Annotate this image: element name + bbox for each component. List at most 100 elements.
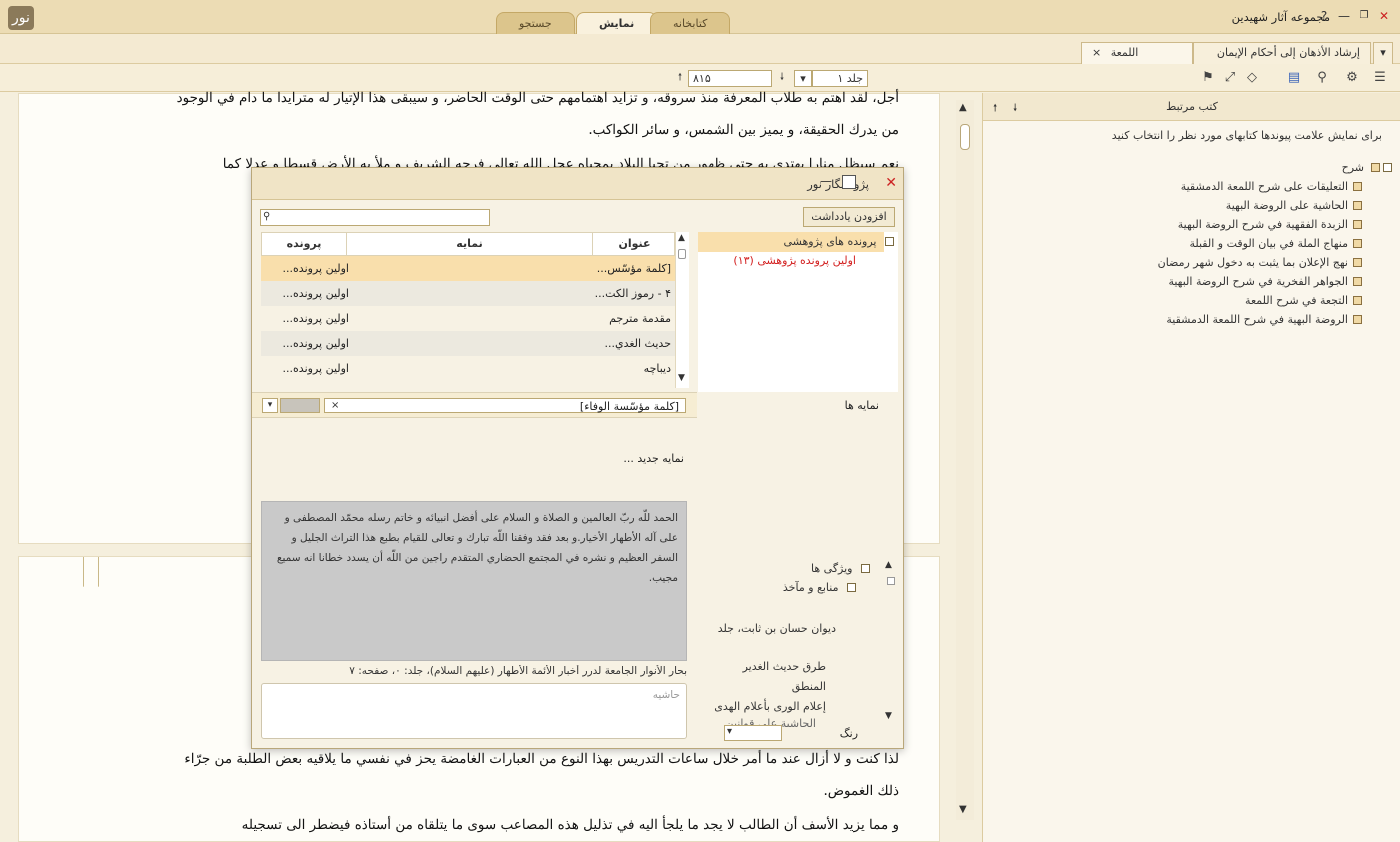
indexes-label: نمایه ها (844, 399, 879, 412)
note-text-area[interactable]: الحمد للّه ربّ العالمين و الصلاة و السلا… (261, 501, 687, 661)
table-row[interactable]: اولین پرونده... حديث الغدي... (261, 331, 675, 356)
document-scrollbar[interactable]: ▲ ▼ (956, 100, 974, 820)
bookmark-icon[interactable]: ⚑ (1200, 70, 1216, 86)
related-books-panel: کتب مرتبط 🠕 🠗 برای نمایش علامت پیوندها ک… (982, 93, 1400, 842)
tree-group-label: شرح (1341, 161, 1364, 174)
menu-icon[interactable]: ☰ (1372, 70, 1388, 86)
tree-item[interactable]: الروضة البهية في شرح اللمعة الدمشقية (1166, 313, 1362, 326)
tree-item[interactable]: التجعة في شرح اللمعة (1245, 294, 1362, 307)
document-tabs: × اللمعة الدمشقية إرشاد الأذهان إلى أحكا… (0, 34, 1400, 79)
selected-title-field[interactable]: × [كلمة مؤسّسة الوفاء] (324, 398, 686, 413)
table-row[interactable]: اولین پرونده... مقدمة مترجم (261, 306, 675, 331)
title-bar: نور جستجو نمایش کتابخانه مجموعه آثار شهی… (0, 0, 1400, 34)
properties-label: ویژگی ها (811, 562, 853, 575)
tab-search[interactable]: جستجو (496, 12, 575, 34)
color-label: رنگ (839, 727, 858, 740)
tree-item[interactable]: الحاشية على الروضة البهية (1226, 199, 1362, 212)
bookmark-ribbon-icon[interactable] (83, 557, 99, 587)
tab-library[interactable]: کتابخانه (650, 12, 731, 34)
table-row[interactable]: اولین پرونده... ۴ - رموز الكت... (261, 281, 675, 306)
dialog-title-bar: پژوه نگار نور ✕ — (252, 168, 903, 200)
tabs-dropdown-button[interactable]: ▾ (1373, 42, 1393, 64)
row-file: اولین پرونده... (282, 362, 349, 375)
gear-icon[interactable]: ⚙ (1344, 70, 1360, 86)
scroll-down-icon[interactable]: ▼ (678, 373, 685, 383)
row-title: حديث الغدي... (604, 337, 671, 350)
scroll-down-icon[interactable]: ▼ (885, 711, 892, 721)
dropdown-button[interactable]: ▾ (262, 398, 278, 413)
research-files-header-label: پرونده های پژوهشی (783, 235, 877, 248)
panel-title: کتب مرتبط (1166, 100, 1218, 113)
tab-view[interactable]: نمایش (576, 12, 658, 34)
source-item[interactable]: دیوان حسان بن ثابت، جلد (718, 622, 836, 635)
color-swatch[interactable] (280, 398, 320, 413)
source-item[interactable]: طرق حديث الغدير (743, 660, 826, 673)
arrow-up-icon[interactable]: 🠕 (993, 101, 997, 118)
minimize-icon[interactable]: — (1336, 8, 1352, 24)
doc-line: أجل، لقد اهتم به طلاب المعرفة منذ سروقه،… (176, 90, 899, 106)
tree-item[interactable]: منهاج الملة في بيان الوقت و القبلة (1189, 237, 1362, 250)
col-header-file[interactable]: پرونده پژوهشی (262, 233, 347, 272)
scroll-up-icon[interactable]: ▲ (959, 102, 967, 113)
row-file: اولین پرونده... (282, 262, 349, 275)
tree-group-sharh[interactable]: شرح (1342, 161, 1392, 174)
table-row[interactable]: اولین پرونده... [کلمة مؤسّس... (261, 256, 675, 281)
properties-header[interactable]: ویژگی ها (811, 562, 870, 575)
tree-item[interactable]: التعليقات على شرح اللمعة الدمشقية (1181, 180, 1362, 193)
layers-icon[interactable]: ◇ (1244, 70, 1260, 86)
source-item[interactable]: المنطق (792, 680, 826, 693)
row-file: اولین پرونده... (282, 312, 349, 325)
scrollbar-thumb[interactable] (887, 577, 895, 585)
fullscreen-icon[interactable]: ⤢ (1222, 70, 1238, 86)
close-icon[interactable]: ✕ (1376, 8, 1392, 24)
help-icon[interactable]: ? (1316, 8, 1332, 24)
table-header: پرونده پژوهشی نمایه عنوان (261, 232, 676, 272)
doc-tab-lumaa[interactable]: × اللمعة الدمشقية (1081, 42, 1193, 79)
related-hint: برای نمایش علامت پیوندها کتابهای مورد نظ… (1111, 129, 1382, 142)
scroll-up-icon[interactable]: ▲ (885, 560, 892, 570)
scroll-up-icon[interactable]: ▲ (678, 233, 685, 243)
doc-tab-irshad[interactable]: إرشاد الأذهان إلى أحكام الإيمان (1193, 42, 1371, 64)
row-title: مقدمة مترجم (609, 312, 671, 325)
dialog-close-icon[interactable]: ✕ (885, 175, 897, 191)
notes-icon[interactable]: ▤ (1286, 70, 1302, 86)
col-header-title[interactable]: عنوان (593, 233, 676, 255)
research-files-panel: پرونده های پژوهشی اولین پرونده پژوهشی (۱… (698, 232, 898, 392)
table-scrollbar[interactable]: ▲ ▼ (675, 232, 689, 388)
properties-scrollbar[interactable]: ▲ ▼ (884, 560, 898, 721)
tree-item[interactable]: الزبدة الفقهية في شرح الروضة البهية (1178, 218, 1362, 231)
search-icon[interactable]: ⚲ (1314, 70, 1330, 86)
doc-tab-label: إرشاد الأذهان إلى أحكام الإيمان (1216, 46, 1360, 59)
tree-item[interactable]: الجواهر الفخرية في شرح الروضة البهية (1168, 275, 1362, 288)
add-note-button[interactable]: افزودن یادداشت (803, 207, 895, 227)
maximize-icon[interactable] (842, 175, 856, 189)
arrow-down-icon[interactable]: 🠗 (1013, 101, 1017, 118)
sources-header[interactable]: منابع و مآخذ (783, 581, 856, 594)
selected-title-bar: ▾ × [كلمة مؤسّسة الوفاء] (252, 392, 697, 418)
color-select[interactable]: ▾ (724, 725, 782, 741)
research-files-header[interactable]: پرونده های پژوهشی (783, 235, 894, 248)
research-file-item[interactable]: اولین پرونده پژوهشی (۱۳) (733, 254, 856, 267)
restore-icon[interactable]: ❐ (1356, 8, 1372, 24)
clear-icon[interactable]: × (331, 399, 339, 412)
row-title: دیباچه (643, 362, 671, 375)
doc-line: من يدرك الحقيقة، و يميز بين الشمس، و سائ… (588, 122, 899, 138)
row-title: [کلمة مؤسّس... (596, 262, 671, 275)
new-index-input[interactable]: نمایه جدید ... (452, 452, 684, 465)
scrollbar-thumb[interactable] (678, 249, 686, 259)
close-icon[interactable]: × (1092, 46, 1101, 59)
source-item[interactable]: إعلام الورى بأعلام الهدى (714, 700, 826, 713)
scrollbar-thumb[interactable] (960, 124, 970, 150)
row-file: اولین پرونده... (282, 287, 349, 300)
scroll-down-icon[interactable]: ▼ (959, 804, 967, 815)
col-header-index[interactable]: نمایه (347, 233, 593, 255)
table-row[interactable]: اولین پرونده... دیباچه (261, 356, 675, 381)
app-logo: نور (8, 6, 34, 30)
search-icon: ⚲ (263, 211, 271, 222)
dialog-search-input[interactable]: ⚲ (260, 209, 490, 226)
dialog-title: پژوه نگار نور (807, 177, 869, 191)
tree-item[interactable]: نهج الإعلان بما يثبت به دخول شهر رمضان (1158, 256, 1362, 269)
minimize-icon[interactable]: — (820, 174, 832, 188)
sources-label: منابع و مآخذ (782, 581, 839, 594)
margin-textarea[interactable]: حاشیه (261, 683, 687, 739)
